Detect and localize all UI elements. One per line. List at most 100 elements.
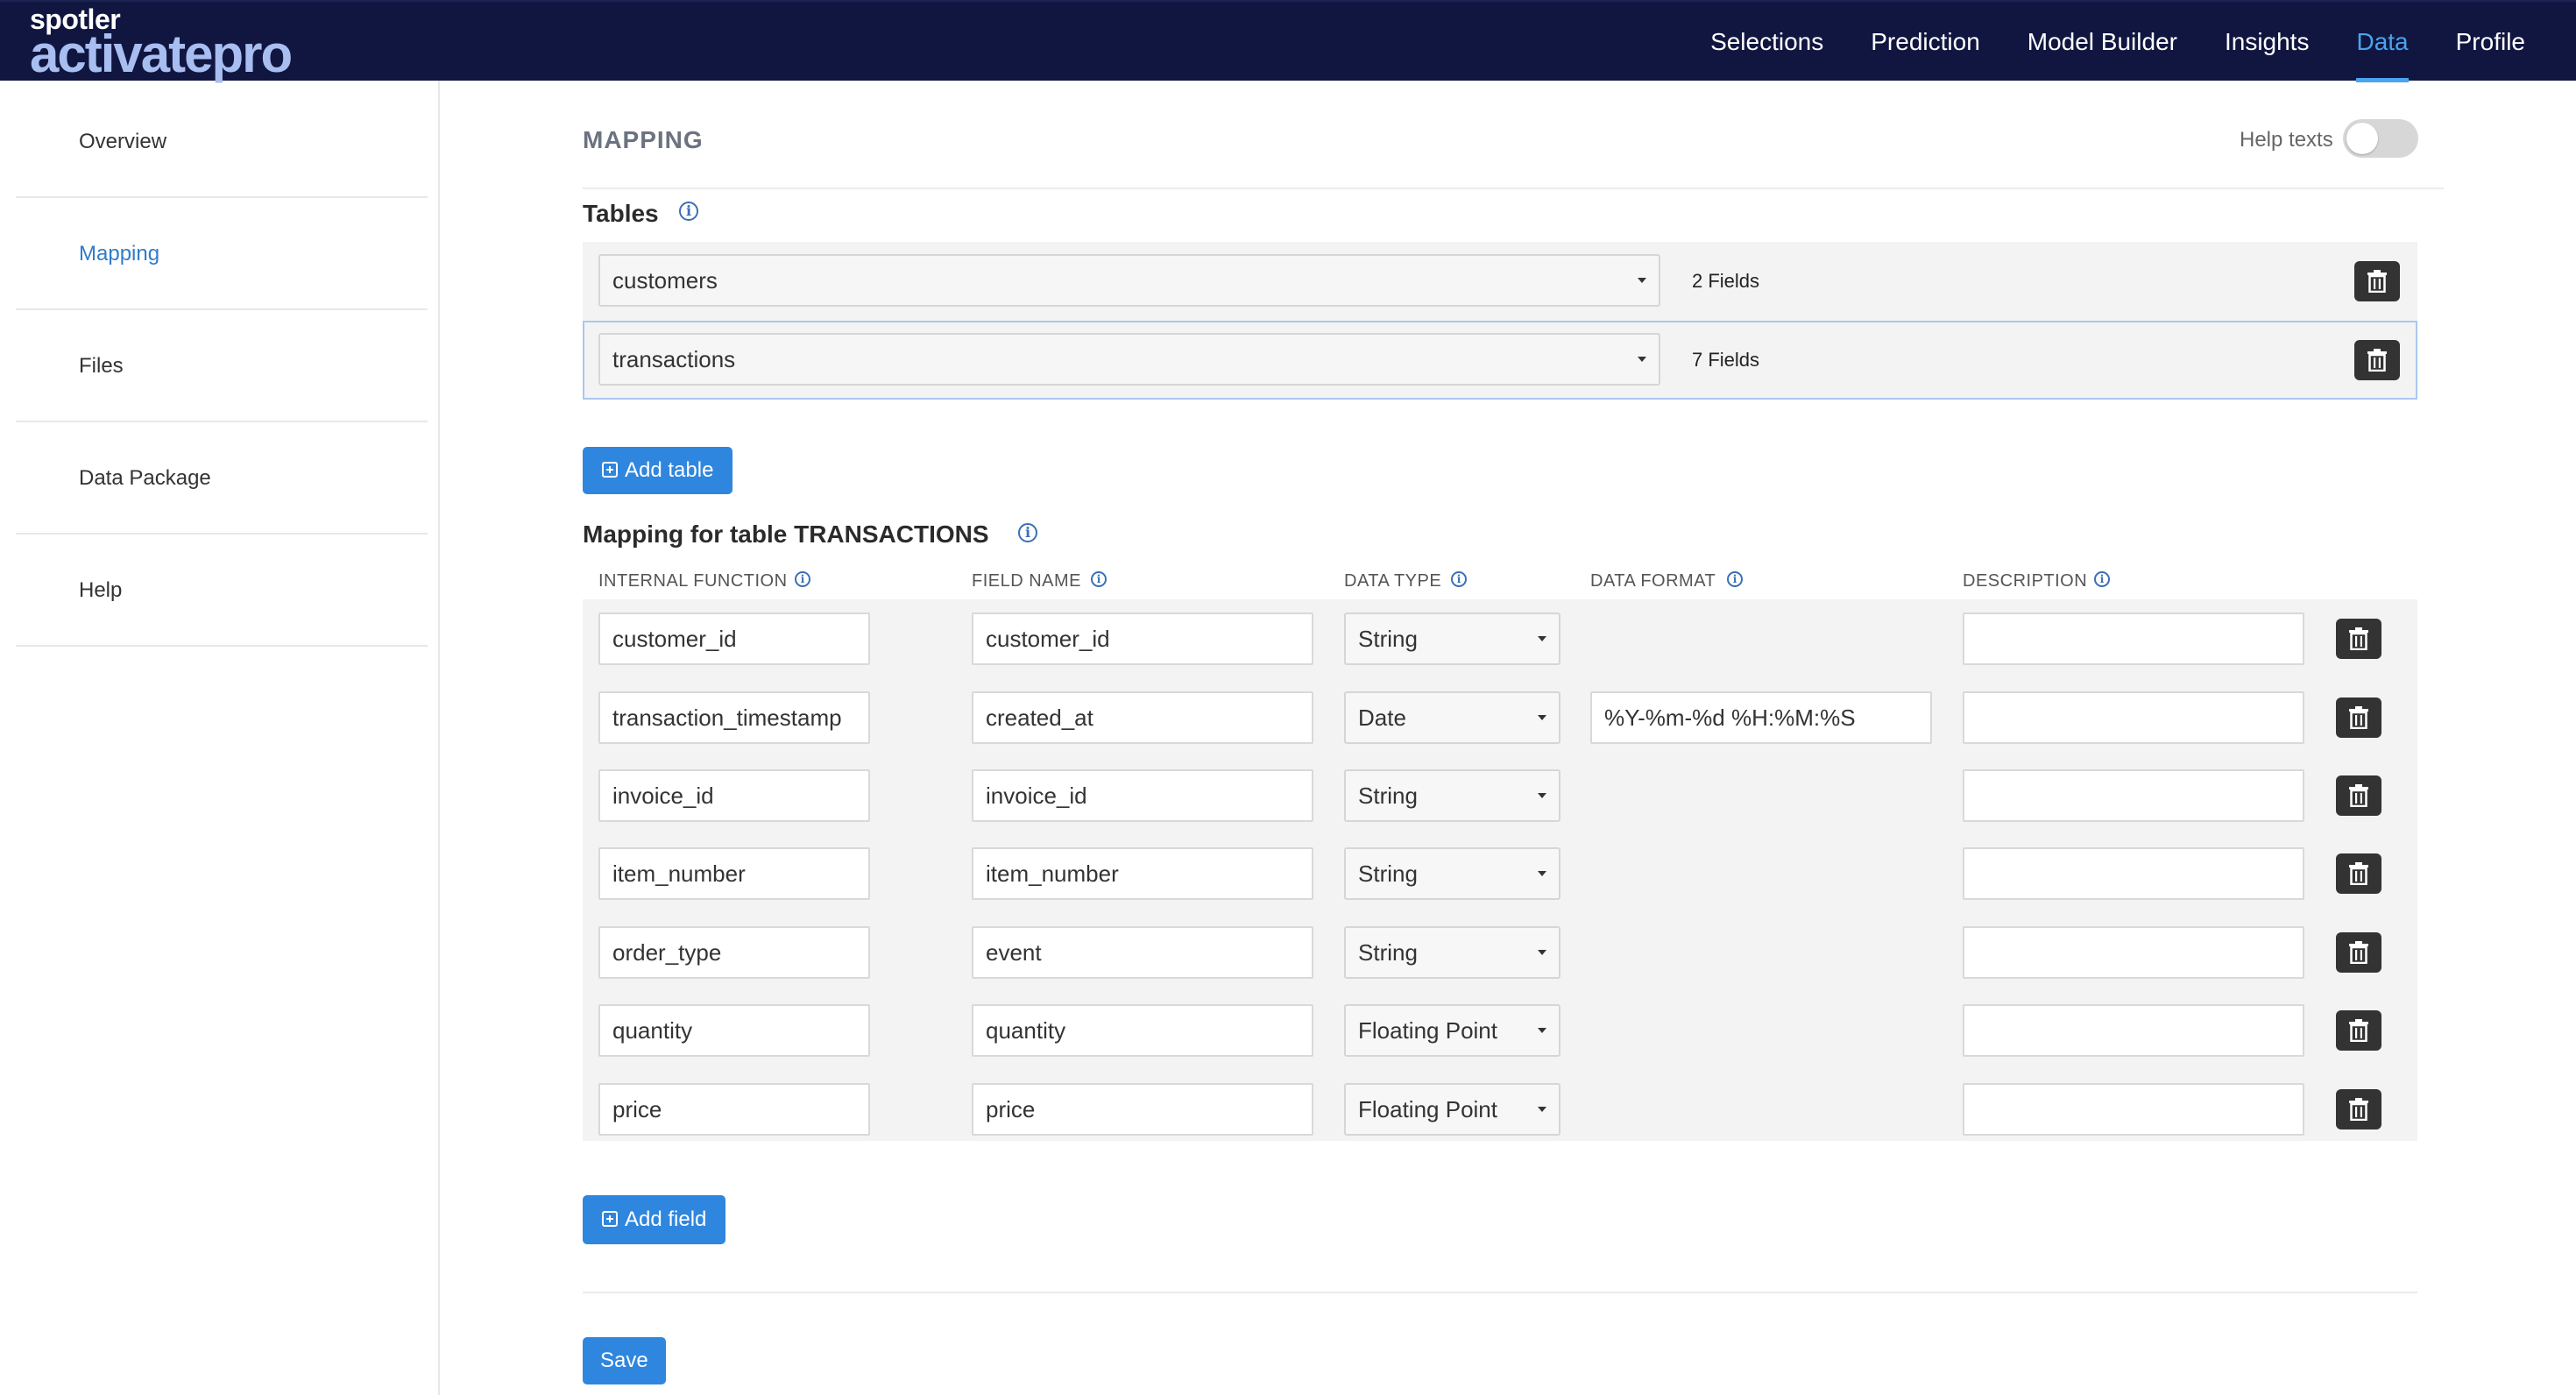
- nav-prediction[interactable]: Prediction: [1847, 2, 2004, 82]
- save-button[interactable]: Save: [583, 1337, 666, 1384]
- data-type-select[interactable]: String: [1344, 613, 1560, 665]
- field-name-value: event: [986, 939, 1042, 966]
- delete-field-button[interactable]: [2336, 698, 2381, 738]
- description-input[interactable]: [1963, 1004, 2304, 1057]
- delete-field-button[interactable]: [2336, 932, 2381, 973]
- description-input[interactable]: [1963, 926, 2304, 979]
- field-name-input[interactable]: customer_id: [972, 613, 1313, 665]
- data-type-value: Floating Point: [1358, 1017, 1497, 1044]
- main-nav: Selections Prediction Model Builder Insight…: [1687, 2, 2576, 82]
- internal-function-value: order_type: [612, 939, 722, 966]
- info-icon[interactable]: i: [1018, 523, 1037, 542]
- internal-function-value: transaction_timestamp: [612, 705, 842, 731]
- internal-function-value: item_number: [612, 860, 746, 887]
- internal-function-input[interactable]: price: [598, 1083, 870, 1136]
- field-name-input[interactable]: created_at: [972, 691, 1313, 744]
- internal-function-input[interactable]: item_number: [598, 847, 870, 900]
- internal-function-value: quantity: [612, 1017, 693, 1044]
- data-type-value: Date: [1358, 705, 1406, 731]
- data-type-value: Floating Point: [1358, 1096, 1497, 1122]
- sidebar-item-overview[interactable]: Overview: [16, 86, 428, 198]
- delete-field-button[interactable]: [2336, 853, 2381, 894]
- internal-function-input[interactable]: transaction_timestamp: [598, 691, 870, 744]
- column-header-data-format: DATA FORMAT: [1590, 571, 1716, 591]
- nav-model-builder[interactable]: Model Builder: [2004, 2, 2201, 82]
- field-name-value: customer_id: [986, 626, 1110, 652]
- description-input[interactable]: [1963, 691, 2304, 744]
- add-field-label: Add field: [625, 1207, 707, 1231]
- sidebar-item-mapping[interactable]: Mapping: [16, 198, 428, 310]
- brand-logo-name: activatepro: [30, 25, 293, 83]
- caret-down-icon: [1538, 793, 1546, 798]
- nav-selections[interactable]: Selections: [1687, 2, 1847, 82]
- tables-title: Tables: [583, 200, 659, 227]
- delete-field-button[interactable]: [2336, 1010, 2381, 1051]
- help-texts-label: Help texts: [2240, 128, 2333, 152]
- fields-count: 7 Fields: [1692, 349, 1760, 371]
- fields-count: 2 Fields: [1692, 270, 1760, 292]
- delete-field-button[interactable]: [2336, 1089, 2381, 1129]
- table-row: transactions 7 Fields: [583, 321, 2417, 400]
- internal-function-input[interactable]: quantity: [598, 1004, 870, 1057]
- delete-table-button[interactable]: [2354, 261, 2400, 301]
- field-name-input[interactable]: price: [972, 1083, 1313, 1136]
- info-icon[interactable]: i: [679, 202, 698, 221]
- data-type-select[interactable]: String: [1344, 847, 1560, 900]
- description-input[interactable]: [1963, 1083, 2304, 1136]
- field-name-input[interactable]: quantity: [972, 1004, 1313, 1057]
- field-name-input[interactable]: item_number: [972, 847, 1313, 900]
- field-name-input[interactable]: event: [972, 926, 1313, 979]
- field-name-value: price: [986, 1096, 1036, 1122]
- internal-function-input[interactable]: invoice_id: [598, 769, 870, 822]
- internal-function-input[interactable]: customer_id: [598, 613, 870, 665]
- sidebar-item-files[interactable]: Files: [16, 310, 428, 422]
- field-name-value: invoice_id: [986, 782, 1087, 809]
- delete-table-button[interactable]: [2354, 340, 2400, 380]
- field-name-input[interactable]: invoice_id: [972, 769, 1313, 822]
- info-icon[interactable]: i: [1451, 571, 1467, 587]
- info-icon[interactable]: i: [1727, 571, 1743, 587]
- field-name-value: item_number: [986, 860, 1119, 887]
- description-input[interactable]: [1963, 847, 2304, 900]
- add-table-button[interactable]: Add table: [583, 447, 733, 494]
- internal-function-value: invoice_id: [612, 782, 714, 809]
- divider: [583, 1292, 2417, 1293]
- nav-profile[interactable]: Profile: [2432, 2, 2549, 82]
- caret-down-icon: [1538, 1028, 1546, 1033]
- info-icon[interactable]: i: [2094, 571, 2110, 587]
- table-select[interactable]: transactions: [598, 333, 1660, 386]
- nav-data[interactable]: Data: [2332, 2, 2431, 82]
- data-format-input[interactable]: %Y-%m-%d %H:%M:%S: [1590, 691, 1932, 744]
- nav-insights[interactable]: Insights: [2201, 2, 2333, 82]
- data-type-value: String: [1358, 939, 1418, 966]
- sidebar-item-help[interactable]: Help: [16, 535, 428, 647]
- page-title: MAPPING: [583, 126, 704, 153]
- sidebar-item-data-package[interactable]: Data Package: [16, 422, 428, 535]
- info-icon[interactable]: i: [795, 571, 810, 587]
- column-header-field-name: FIELD NAME: [972, 571, 1082, 591]
- column-header-internal-function: INTERNAL FUNCTION: [598, 571, 788, 591]
- caret-down-icon: [1538, 636, 1546, 641]
- plus-square-icon: [602, 462, 618, 478]
- add-field-button[interactable]: Add field: [583, 1195, 726, 1244]
- brand-logo[interactable]: spotler activatepro: [30, 4, 293, 83]
- caret-down-icon: [1538, 1107, 1546, 1112]
- data-type-select[interactable]: Floating Point: [1344, 1083, 1560, 1136]
- delete-field-button[interactable]: [2336, 619, 2381, 659]
- info-icon[interactable]: i: [1091, 571, 1107, 587]
- table-select[interactable]: customers: [598, 254, 1660, 307]
- delete-field-button[interactable]: [2336, 775, 2381, 816]
- field-name-value: created_at: [986, 705, 1093, 731]
- sidebar: Overview Mapping Files Data Package Help: [0, 81, 440, 1395]
- data-type-select[interactable]: String: [1344, 926, 1560, 979]
- add-table-label: Add table: [625, 458, 714, 482]
- data-type-select[interactable]: Date: [1344, 691, 1560, 744]
- internal-function-input[interactable]: order_type: [598, 926, 870, 979]
- data-type-select[interactable]: String: [1344, 769, 1560, 822]
- column-header-description: DESCRIPTION: [1963, 571, 2088, 591]
- description-input[interactable]: [1963, 613, 2304, 665]
- data-type-select[interactable]: Floating Point: [1344, 1004, 1560, 1057]
- main-content: MAPPING Help texts Tables i customers 2 F…: [440, 81, 2576, 1395]
- help-texts-toggle[interactable]: [2343, 119, 2418, 158]
- description-input[interactable]: [1963, 769, 2304, 822]
